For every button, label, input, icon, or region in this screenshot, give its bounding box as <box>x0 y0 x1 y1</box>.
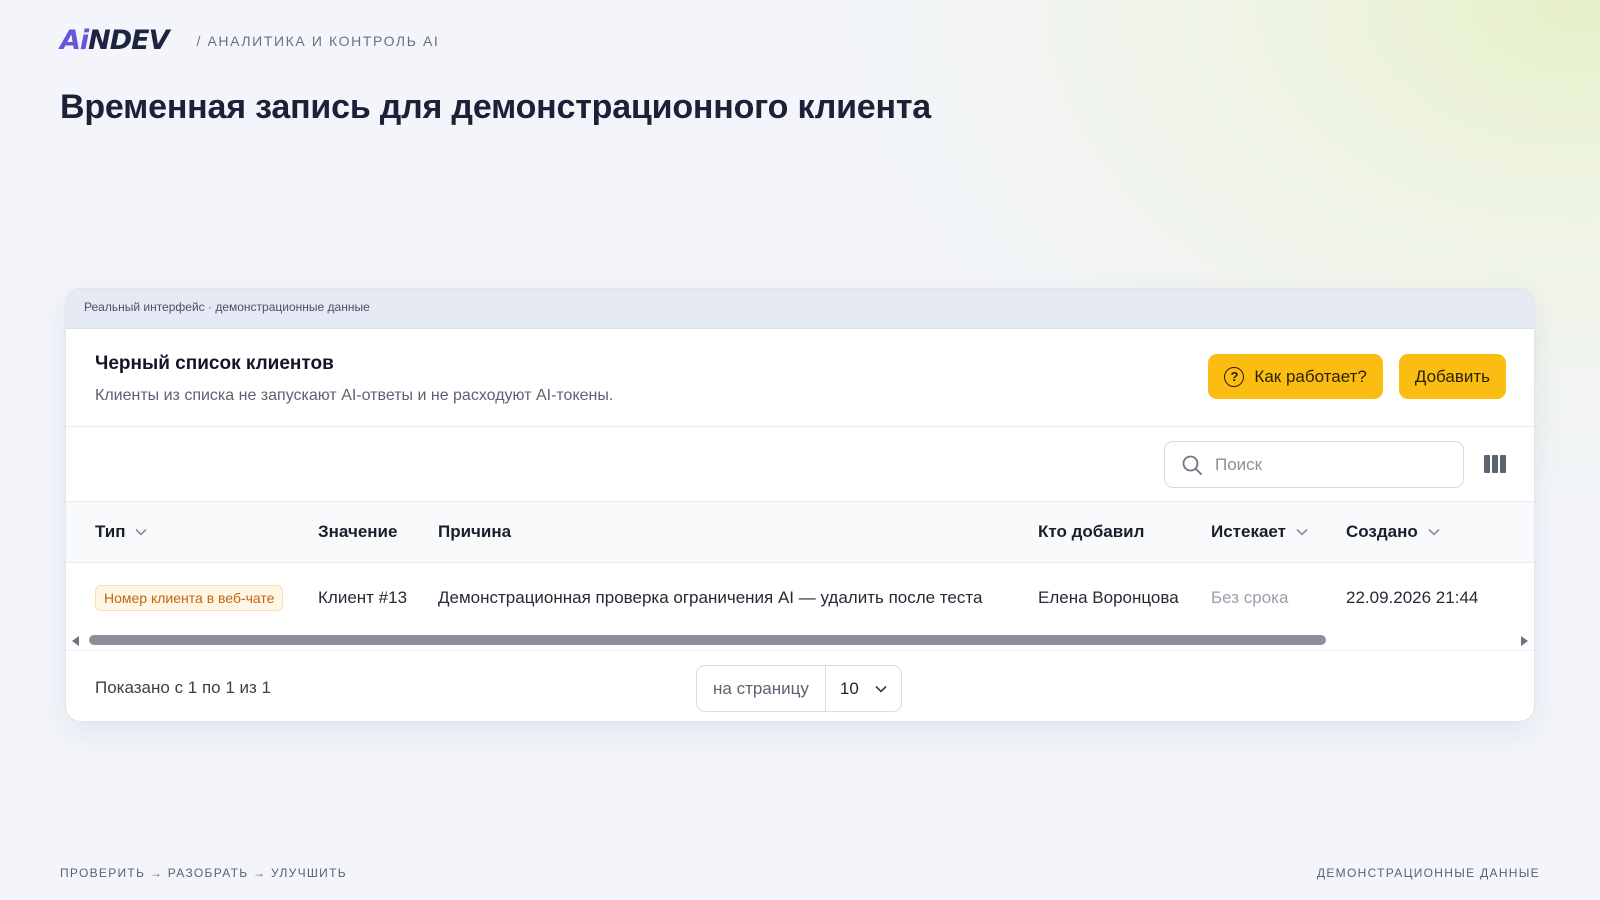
column-header-type[interactable]: Тип <box>95 522 148 542</box>
column-header-expires[interactable]: Истекает <box>1211 522 1308 542</box>
table-footer: Показано с 1 по 1 из 1 на страницу 10 <box>66 650 1534 721</box>
per-page-value: 10 <box>839 678 859 698</box>
panel-header: Черный список клиентов Клиенты из списка… <box>66 329 1534 427</box>
column-label-created: Создано <box>1346 522 1418 541</box>
logo-rest: NDEV <box>88 25 169 56</box>
interface-frame: Реальный интерфейс · демонстрационные да… <box>65 288 1535 722</box>
scroll-right-arrow-icon[interactable] <box>1521 636 1528 646</box>
column-header-value: Значение <box>318 522 397 542</box>
column-label-expires: Истекает <box>1211 522 1286 541</box>
brand-logo[interactable]: Ai NDEV <box>60 25 170 56</box>
type-badge: Номер клиента в веб-чате <box>95 585 284 611</box>
search-icon <box>1182 455 1202 475</box>
scroll-left-arrow-icon[interactable] <box>72 636 79 646</box>
chevron-down-icon <box>875 685 887 693</box>
column-header-added-by: Кто добавил <box>1038 522 1144 542</box>
add-button[interactable]: Добавить <box>1398 354 1506 399</box>
footer-tagline: ПРОВЕРИТЬ → РАЗОБРАТЬ → УЛУЧШИТЬ <box>60 866 347 880</box>
cell-reason: Демонстрационная проверка ограничения AI… <box>438 588 983 607</box>
cell-added-by: Елена Воронцова <box>1038 588 1179 607</box>
frame-caption: Реальный интерфейс · демонстрационные да… <box>66 289 1534 329</box>
cell-created: 22.09.2026 21:44 <box>1346 588 1479 607</box>
logo-ai: Ai <box>60 25 89 56</box>
horizontal-scrollbar[interactable] <box>66 632 1534 650</box>
pagination-summary: Показано с 1 по 1 из 1 <box>95 678 271 697</box>
top-bar: Ai NDEV / АНАЛИТИКА И КОНТРОЛЬ AI <box>60 26 439 56</box>
question-circle-icon: ? <box>1224 366 1245 387</box>
table-row[interactable]: Номер клиента в веб-чате Клиент #13 Демо… <box>66 563 1534 632</box>
section-breadcrumb: / АНАЛИТИКА И КОНТРОЛЬ AI <box>196 33 440 49</box>
columns-icon[interactable] <box>1484 455 1506 473</box>
page-title: Временная запись для демонстрационного к… <box>60 88 931 126</box>
how-it-works-label: Как работает? <box>1254 366 1367 386</box>
search-box[interactable] <box>1164 441 1464 488</box>
per-page-dropdown[interactable]: 10 <box>826 666 901 711</box>
column-label-reason: Причина <box>438 522 512 541</box>
add-button-label: Добавить <box>1414 366 1490 386</box>
column-header-reason: Причина <box>438 522 511 542</box>
search-input[interactable] <box>1215 454 1445 475</box>
table-header: Тип Значение Причина Кто добавил Истекае… <box>66 502 1534 563</box>
table-toolbar <box>66 427 1534 502</box>
per-page-label: на страницу <box>697 666 826 711</box>
chevron-down-icon <box>1296 528 1308 536</box>
column-label-added-by: Кто добавил <box>1038 522 1145 541</box>
scrollbar-thumb[interactable] <box>89 635 1326 645</box>
cell-expires: Без срока <box>1211 588 1289 607</box>
footer-demo-note: ДЕМОНСТРАЦИОННЫЕ ДАННЫЕ <box>1316 866 1540 880</box>
header-actions: ? Как работает? Добавить <box>1208 354 1506 399</box>
cell-value: Клиент #13 <box>318 588 408 607</box>
per-page-select[interactable]: на страницу 10 <box>696 665 902 712</box>
column-label-type: Тип <box>95 522 126 541</box>
how-it-works-button[interactable]: ? Как работает? <box>1208 354 1383 399</box>
chevron-down-icon <box>1428 528 1440 536</box>
column-header-created[interactable]: Создано <box>1346 522 1440 542</box>
column-label-value: Значение <box>318 522 398 541</box>
chevron-down-icon <box>135 528 148 536</box>
